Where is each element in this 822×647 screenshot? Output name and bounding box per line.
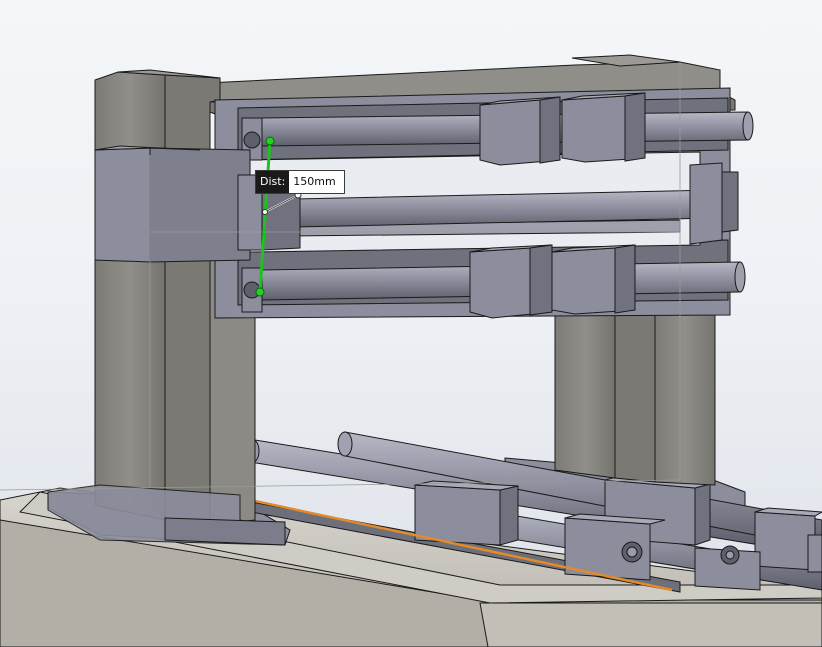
- upper-bearing-block-1[interactable]: [479, 96, 561, 166]
- dimension-callout[interactable]: Dist: 150mm: [256, 171, 344, 193]
- upper-bearing-block-2[interactable]: [561, 92, 646, 163]
- assembly-model[interactable]: [0, 0, 822, 647]
- lower-bearing-block-2[interactable]: [551, 244, 636, 315]
- lower-bearing-block-1[interactable]: [469, 244, 553, 319]
- cad-viewport[interactable]: Dist: 150mm: [0, 0, 822, 647]
- measure-point-top[interactable]: [265, 136, 275, 146]
- measure-point-bottom[interactable]: [255, 287, 265, 297]
- dimension-label: Dist:: [256, 171, 290, 193]
- dimension-value[interactable]: 150mm: [289, 171, 344, 193]
